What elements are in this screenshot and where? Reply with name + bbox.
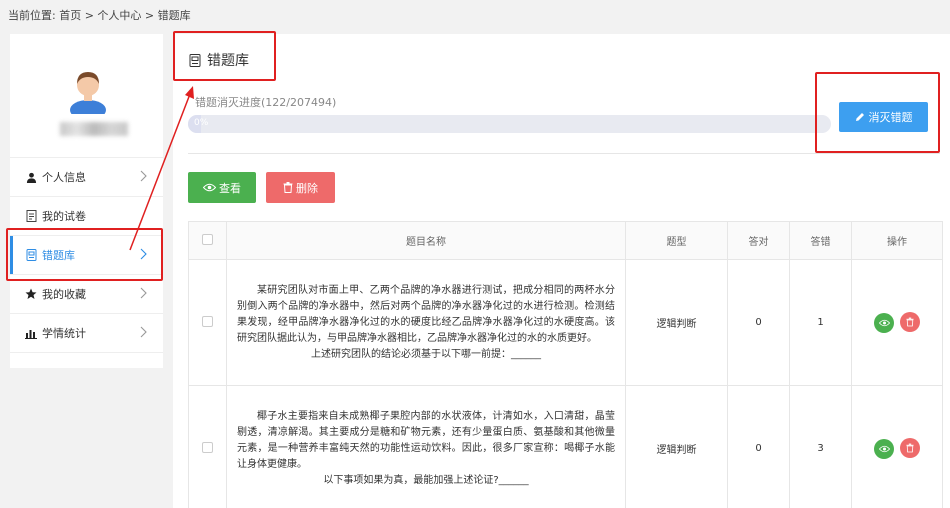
row-checkbox[interactable] [202,315,213,327]
row-actions [851,385,943,508]
question-prompt: 以下事项如果为真，最能加强上述论证?______ [323,474,529,486]
row-delete-button[interactable] [899,312,920,332]
wrong-count: 3 [789,385,852,508]
user-icon [24,170,38,184]
clear-mistakes-label: 消灭错题 [868,111,913,124]
sidebar-item-label: 错题库 [42,249,75,262]
sidebar-item-favorites[interactable]: 我的收藏 [10,275,163,314]
table-header-row: 题目名称 题型 答对 答错 操作 [188,221,943,260]
eye-icon [878,319,890,327]
chevron-right-icon [140,287,147,299]
row-actions [851,259,943,386]
row-checkbox[interactable] [202,441,213,453]
sidebar-item-label: 我的收藏 [42,288,86,301]
wrong-count: 1 [789,259,852,386]
pencil-icon [855,113,864,121]
question-type: 逻辑判断 [625,385,728,508]
view-label: 查看 [219,181,241,195]
sidebar-item-label: 学情统计 [42,327,86,340]
delete-button[interactable]: 删除 [266,172,335,203]
sidebar-item-my-papers[interactable]: 我的试卷 [10,197,163,236]
view-button[interactable]: 查看 [188,172,256,203]
col-header-wrong: 答错 [789,221,852,260]
sidebar-item-mistakes[interactable]: 错题库 [10,236,163,275]
question-text: 某研究团队对市面上甲、乙两个品牌的净水器进行测试，把成分相同的两杯水分别倒入两个… [226,259,626,386]
page-title-text: 错题库 [207,53,249,69]
page-title: 错题库 [189,50,249,70]
clear-mistakes-button[interactable]: 消灭错题 [839,102,928,132]
col-header-type: 题型 [625,221,728,260]
col-header-correct: 答对 [727,221,790,260]
chevron-right-icon [140,248,147,260]
notebook-icon [24,248,38,262]
sidebar-item-profile[interactable]: 个人信息 [10,158,163,197]
row-view-button[interactable] [874,439,895,459]
sidebar-item-label: 个人信息 [42,171,86,184]
table-row: 某研究团队对市面上甲、乙两个品牌的净水器进行测试，把成分相同的两杯水分别倒入两个… [188,259,943,386]
notebook-icon [189,53,201,67]
table-row: 椰子水主要指来自未成熟椰子果腔内部的水状液体，计清如水，入口清甜，晶莹剔透，清凉… [188,385,943,508]
username [60,122,128,136]
row-view-button[interactable] [874,313,895,333]
col-header-title: 题目名称 [226,221,626,260]
col-header-actions: 操作 [851,221,943,260]
trash-icon [283,182,293,193]
sidebar-item-label: 我的试卷 [42,210,86,223]
question-paragraph: 某研究团队对市面上甲、乙两个品牌的净水器进行测试，把成分相同的两杯水分别倒入两个… [237,284,615,344]
eye-icon [203,183,216,192]
bar-chart-icon [24,326,38,340]
star-icon [24,287,38,301]
eye-icon [878,445,890,453]
chevron-right-icon [140,170,147,182]
sidebar: 个人信息 我的试卷 错题库 我的收藏 学情统计 [10,34,163,368]
trash-icon [905,317,914,327]
progress-bar: 0% [188,115,831,133]
main-panel: 错题库 错题消灭进度(122/207494) 0% 消灭错题 查看 删除 题目名… [173,34,950,508]
trash-icon [905,443,914,453]
question-prompt: 上述研究团队的结论必须基于以下哪一前提：______ [311,348,541,360]
avatar [70,72,106,114]
question-type: 逻辑判断 [625,259,728,386]
chevron-right-icon [140,326,147,338]
progress-label: 错题消灭进度(122/207494) [195,96,337,109]
row-delete-button[interactable] [899,438,920,458]
select-all-checkbox[interactable] [202,233,213,245]
breadcrumb: 当前位置: 首页 > 个人中心 > 错题库 [8,9,191,22]
progress-text: 0% [194,118,209,128]
delete-label: 删除 [296,181,318,195]
correct-count: 0 [727,259,790,386]
question-paragraph: 椰子水主要指来自未成熟椰子果腔内部的水状液体，计清如水，入口清甜，晶莹剔透，清凉… [237,410,615,470]
sidebar-item-stats[interactable]: 学情统计 [10,314,163,353]
divider [188,153,940,154]
mistakes-table: 题目名称 题型 答对 答错 操作 某研究团队对市面上甲、乙两个品牌的净水器进行测… [188,221,943,508]
sidebar-menu: 个人信息 我的试卷 错题库 我的收藏 学情统计 [10,157,163,353]
correct-count: 0 [727,385,790,508]
question-text: 椰子水主要指来自未成熟椰子果腔内部的水状液体，计清如水，入口清甜，晶莹剔透，清凉… [226,385,626,508]
document-icon [24,209,38,223]
